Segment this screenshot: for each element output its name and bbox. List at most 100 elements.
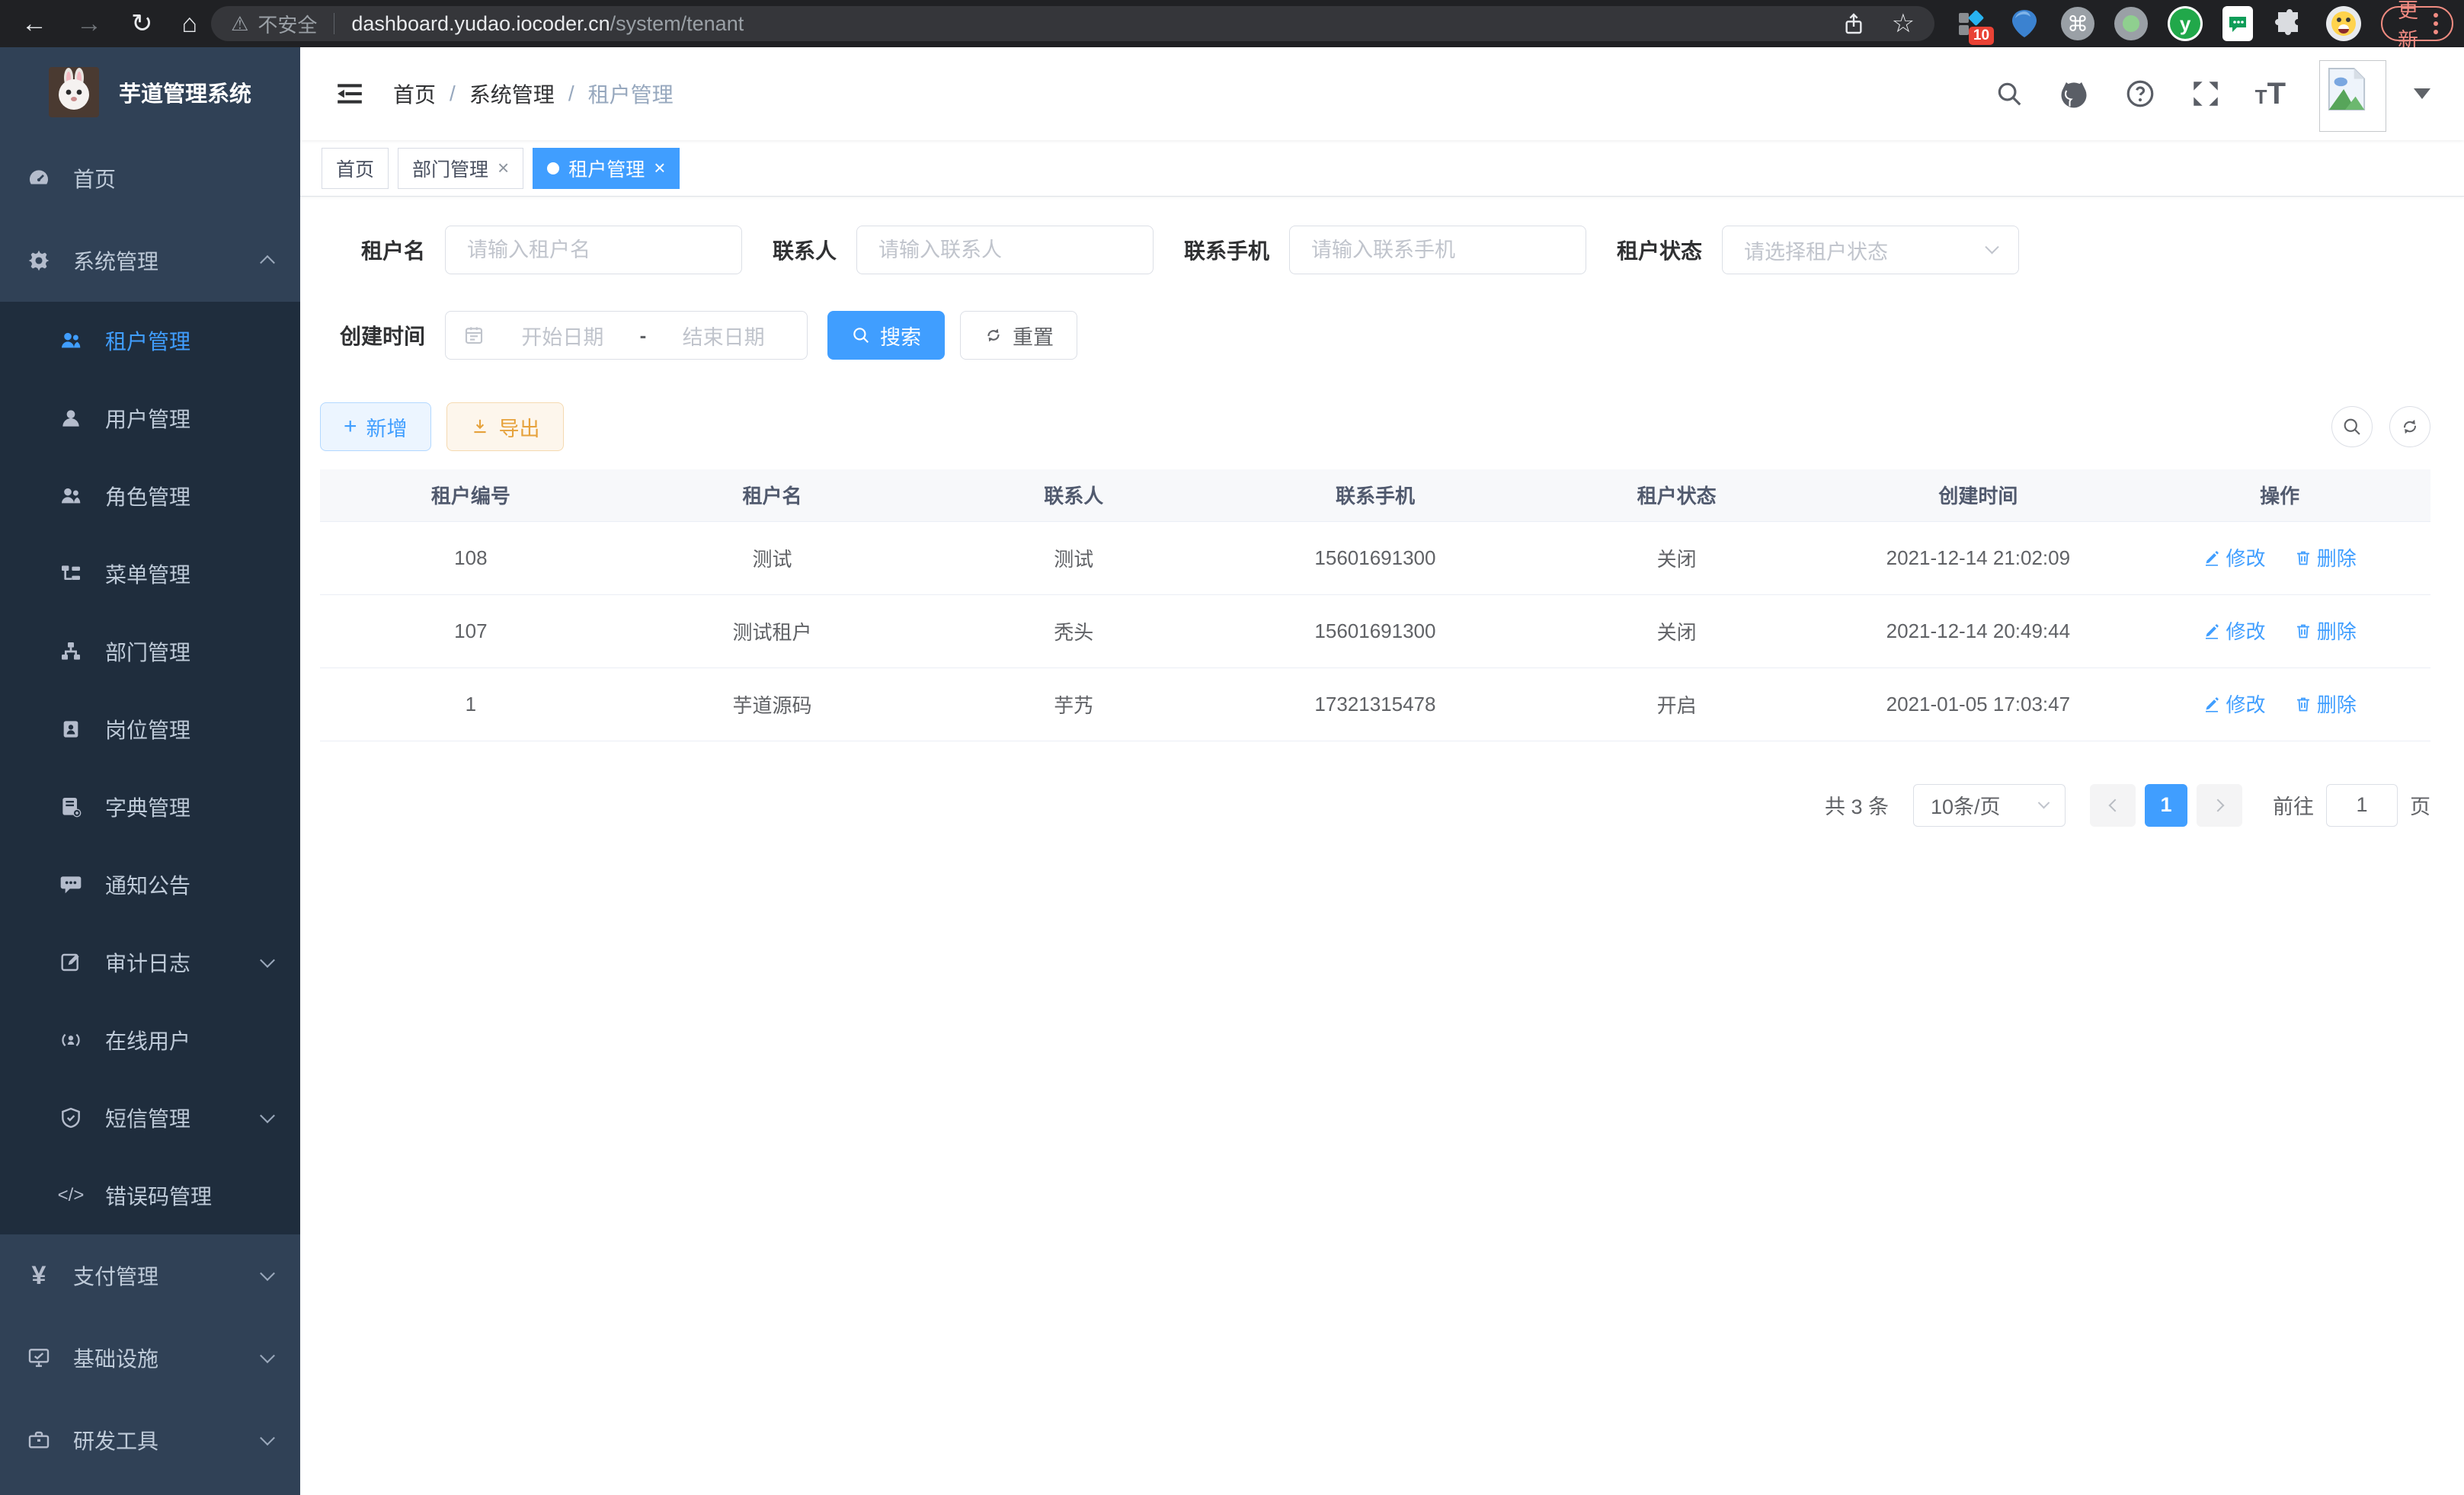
- delete-label: 删除: [2317, 616, 2357, 645]
- forward-icon[interactable]: →: [76, 11, 102, 37]
- edit-label: 修改: [2226, 690, 2265, 718]
- cell-status: 开启: [1526, 667, 1828, 741]
- edit-button[interactable]: 修改: [2203, 543, 2265, 571]
- header-search-icon[interactable]: [1995, 79, 2024, 108]
- filter-row-1: 租户名 联系人 联系手机 租户状态 请选择租户状态: [320, 226, 2430, 274]
- tab-tenant[interactable]: 租户管理×: [533, 148, 680, 189]
- sidebar-item-audit-log[interactable]: 审计日志: [0, 924, 300, 1001]
- share-icon[interactable]: [1842, 11, 1866, 36]
- sidebar-item-dept[interactable]: 部门管理: [0, 613, 300, 690]
- book-icon: [58, 795, 84, 819]
- sidebar-item-notice[interactable]: 通知公告: [0, 846, 300, 924]
- export-button[interactable]: 导出: [446, 402, 564, 451]
- sidebar-item-sms[interactable]: 短信管理: [0, 1079, 300, 1157]
- font-size-icon[interactable]: TT: [2255, 77, 2286, 111]
- delete-button[interactable]: 删除: [2294, 543, 2357, 571]
- sidebar-item-devtools[interactable]: 研发工具: [0, 1399, 300, 1481]
- sidebar-item-online-user[interactable]: 在线用户: [0, 1001, 300, 1079]
- sidebar-item-post[interactable]: 岗位管理: [0, 690, 300, 768]
- show-search-button[interactable]: [2331, 406, 2373, 447]
- sidebar-item-pay[interactable]: ¥ 支付管理: [0, 1234, 300, 1317]
- app-title: 芋道管理系统: [119, 76, 251, 108]
- reload-icon[interactable]: ↻: [131, 11, 153, 37]
- chat-extension-icon[interactable]: [2222, 6, 2253, 41]
- bookmark-star-icon[interactable]: ☆: [1892, 11, 1915, 37]
- url-text[interactable]: dashboard.yudao.iocoder.cn/system/tenant: [351, 12, 1841, 36]
- avatar[interactable]: [2319, 60, 2386, 132]
- delete-button[interactable]: 删除: [2294, 616, 2357, 645]
- back-icon[interactable]: ←: [21, 11, 47, 37]
- chevron-down-icon: [260, 1108, 275, 1123]
- browser-menu-icon[interactable]: [2434, 13, 2438, 34]
- edit-button[interactable]: 修改: [2203, 616, 2265, 645]
- col-actions: 操作: [2129, 469, 2430, 521]
- breadcrumb-system[interactable]: 系统管理: [469, 78, 555, 109]
- dot-extension-icon[interactable]: [2114, 7, 2148, 40]
- col-status: 租户状态: [1526, 469, 1828, 521]
- home-icon[interactable]: ⌂: [182, 11, 198, 37]
- edit-label: 修改: [2226, 543, 2265, 571]
- filter-row-2: 创建时间 开始日期 - 结束日期 搜索 重置: [320, 311, 2430, 360]
- sidebar-item-infra[interactable]: 基础设施: [0, 1317, 300, 1399]
- tab-dept[interactable]: 部门管理×: [398, 148, 523, 189]
- fullscreen-icon[interactable]: [2190, 78, 2222, 110]
- pagination: 共 3 条 10条/页 1 前往 页: [320, 784, 2430, 827]
- goto-page-input[interactable]: [2326, 784, 2398, 827]
- sidebar-fold-icon[interactable]: [334, 79, 366, 108]
- page-size-select[interactable]: 10条/页: [1913, 784, 2066, 827]
- status-select[interactable]: 请选择租户状态: [1722, 226, 2019, 274]
- trash-icon: [2294, 549, 2312, 567]
- sidebar-item-label: 角色管理: [105, 481, 190, 511]
- user-icon: [58, 406, 84, 431]
- balloon-extension-icon[interactable]: [2008, 7, 2041, 40]
- sidebar-item-system[interactable]: 系统管理: [0, 219, 300, 302]
- sidebar-item-role[interactable]: 角色管理: [0, 457, 300, 535]
- sidebar-item-label: 研发工具: [73, 1425, 158, 1455]
- sidebar-item-menu[interactable]: 菜单管理: [0, 535, 300, 613]
- help-icon[interactable]: [2124, 78, 2156, 110]
- sidebar-item-tenant[interactable]: 租户管理: [0, 302, 300, 379]
- users-icon: [58, 328, 84, 353]
- github-icon[interactable]: [2057, 77, 2091, 110]
- security-label[interactable]: 不安全: [258, 10, 317, 38]
- cell-created: 2021-12-14 20:49:44: [1828, 594, 2130, 667]
- puzzle-extensions-icon[interactable]: [2273, 7, 2306, 40]
- search-button[interactable]: 搜索: [827, 311, 945, 360]
- emoji-profile-icon[interactable]: [2326, 6, 2361, 41]
- logo-row[interactable]: 芋道管理系统: [0, 47, 300, 137]
- page-content: 租户名 联系人 联系手机 租户状态 请选择租户状态: [300, 197, 2464, 827]
- tab-home[interactable]: 首页: [322, 148, 389, 189]
- breadcrumb-home[interactable]: 首页: [393, 78, 436, 109]
- browser-update-button[interactable]: 更新: [2381, 6, 2453, 41]
- next-page-button[interactable]: [2197, 784, 2242, 827]
- add-label: 新增: [366, 412, 408, 442]
- refresh-table-button[interactable]: [2389, 406, 2430, 447]
- page-number-1[interactable]: 1: [2145, 784, 2187, 827]
- address-bar[interactable]: ⚠ 不安全 dashboard.yudao.iocoder.cn/system/…: [211, 6, 1934, 41]
- delete-button[interactable]: 删除: [2294, 690, 2357, 718]
- sidebar-item-user[interactable]: 用户管理: [0, 379, 300, 457]
- mobile-input[interactable]: [1289, 226, 1586, 274]
- sidebar-item-home[interactable]: 首页: [0, 137, 300, 219]
- tenant-name-input[interactable]: [445, 226, 742, 274]
- cell-id: 107: [320, 594, 622, 667]
- command-extension-icon[interactable]: ⌘: [2061, 7, 2094, 40]
- date-range-picker[interactable]: 开始日期 - 结束日期: [445, 311, 808, 360]
- reset-button[interactable]: 重置: [960, 311, 1077, 360]
- prev-page-button[interactable]: [2090, 784, 2136, 827]
- edit-button[interactable]: 修改: [2203, 690, 2265, 718]
- cell-id: 1: [320, 667, 622, 741]
- filter-label: 租户名: [320, 235, 425, 265]
- sidebar-item-error-code[interactable]: </> 错误码管理: [0, 1157, 300, 1234]
- close-icon[interactable]: ×: [654, 156, 665, 180]
- avatar-dropdown-caret[interactable]: [2414, 88, 2430, 99]
- y-extension-icon[interactable]: y: [2168, 6, 2203, 41]
- cell-created: 2021-12-14 21:02:09: [1828, 521, 2130, 594]
- sidebar-item-dict[interactable]: 字典管理: [0, 768, 300, 846]
- add-button[interactable]: + 新增: [320, 402, 431, 451]
- screen: ← → ↻ ⌂ ⚠ 不安全 dashboard.yudao.iocoder.cn…: [0, 0, 2464, 1495]
- chevron-up-icon: [260, 255, 275, 271]
- pinned-extension-icon[interactable]: 10: [1954, 7, 1988, 40]
- contact-input[interactable]: [856, 226, 1154, 274]
- close-icon[interactable]: ×: [498, 156, 509, 180]
